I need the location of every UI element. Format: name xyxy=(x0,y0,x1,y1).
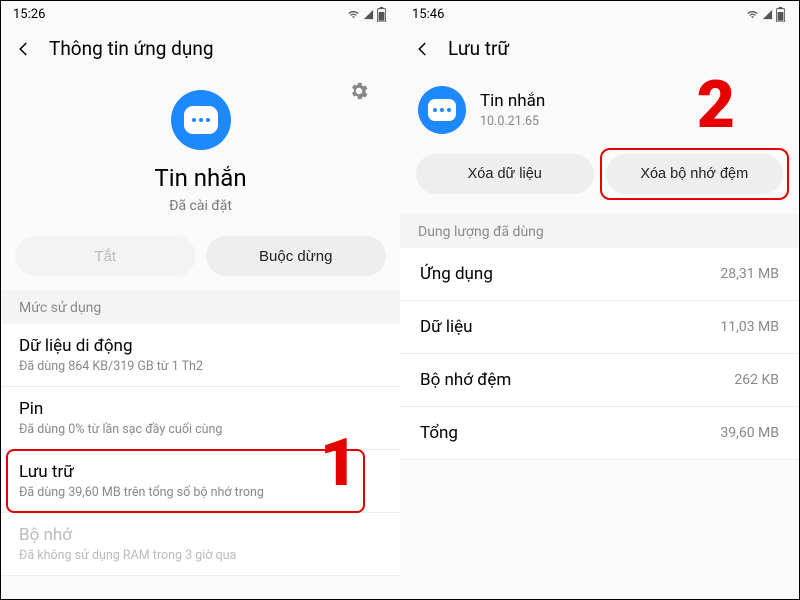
row-app-size: Ứng dụng 28,31 MB xyxy=(400,248,799,301)
kv-label: Bộ nhớ đệm xyxy=(420,370,511,390)
clear-cache-button[interactable]: Xóa bộ nhớ đệm xyxy=(606,154,784,194)
kv-value: 39,60 MB xyxy=(720,425,779,441)
usage-section-label: Dung lượng đã dùng xyxy=(400,214,799,248)
action-buttons: Tắt Buộc dừng xyxy=(1,228,400,290)
gear-icon xyxy=(348,80,370,102)
app-hero: Tin nhắn Đã cài đặt xyxy=(1,70,400,228)
storage-buttons: Xóa dữ liệu Xóa bộ nhớ đệm xyxy=(400,142,799,214)
callout-number-1: 1 xyxy=(320,431,358,497)
app-install-status: Đã cài đặt xyxy=(169,198,232,214)
screen-app-info: 15:26 Thông tin ứng dụng Tin nhắn Đã cài… xyxy=(1,1,400,599)
app-name: Tin nhắn xyxy=(480,91,545,111)
kv-label: Ứng dụng xyxy=(420,264,493,284)
page-title: Lưu trữ xyxy=(448,37,509,60)
wifi-icon xyxy=(347,9,360,20)
status-bar: 15:46 xyxy=(400,1,799,27)
kv-value: 28,31 MB xyxy=(720,266,779,282)
screen-storage: 15:46 Lưu trữ 2 Tin nhắn 10.0.21.65 Xóa … xyxy=(400,1,799,599)
page-title: Thông tin ứng dụng xyxy=(49,37,214,60)
clear-data-button[interactable]: Xóa dữ liệu xyxy=(416,154,594,194)
status-bar: 15:26 xyxy=(1,1,400,27)
row-title: Dữ liệu di động xyxy=(19,336,382,356)
header: Thông tin ứng dụng xyxy=(1,27,400,70)
header: Lưu trữ xyxy=(400,27,799,70)
row-mobile-data[interactable]: Dữ liệu di động Đã dùng 864 KB/319 GB từ… xyxy=(1,324,400,387)
row-title: Pin xyxy=(19,399,382,419)
row-subtitle: Đã dùng 864 KB/319 GB từ 1 Th2 xyxy=(19,359,382,374)
disable-button[interactable]: Tắt xyxy=(15,236,196,276)
app-row: Tin nhắn 10.0.21.65 xyxy=(400,70,799,142)
back-icon[interactable] xyxy=(15,40,33,58)
app-name: Tin nhắn xyxy=(154,164,246,192)
back-icon[interactable] xyxy=(414,40,432,58)
row-subtitle: Đã không sử dụng RAM trong 3 giờ qua xyxy=(19,548,382,563)
kv-value: 11,03 MB xyxy=(720,319,779,335)
wifi-icon xyxy=(746,9,759,20)
kv-value: 262 KB xyxy=(734,372,779,388)
row-cache-size: Bộ nhớ đệm 262 KB xyxy=(400,354,799,407)
force-stop-button[interactable]: Buộc dừng xyxy=(206,236,387,276)
row-memory[interactable]: Bộ nhớ Đã không sử dụng RAM trong 3 giờ … xyxy=(1,513,400,576)
kv-label: Dữ liệu xyxy=(420,317,473,337)
app-icon xyxy=(171,90,231,150)
battery-icon xyxy=(377,7,386,22)
app-version: 10.0.21.65 xyxy=(480,114,545,129)
row-data-size: Dữ liệu 11,03 MB xyxy=(400,301,799,354)
app-icon xyxy=(418,86,466,134)
status-time: 15:46 xyxy=(412,7,444,22)
kv-label: Tổng xyxy=(420,423,458,443)
status-time: 15:26 xyxy=(13,7,45,22)
row-total-size: Tổng 39,60 MB xyxy=(400,407,799,460)
signal-icon xyxy=(362,9,375,20)
row-title: Bộ nhớ xyxy=(19,525,382,545)
usage-section-label: Mức sử dụng xyxy=(1,290,400,324)
callout-number-2: 2 xyxy=(697,73,735,139)
battery-icon xyxy=(776,7,785,22)
signal-icon xyxy=(761,9,774,20)
app-settings-button[interactable] xyxy=(348,80,370,106)
